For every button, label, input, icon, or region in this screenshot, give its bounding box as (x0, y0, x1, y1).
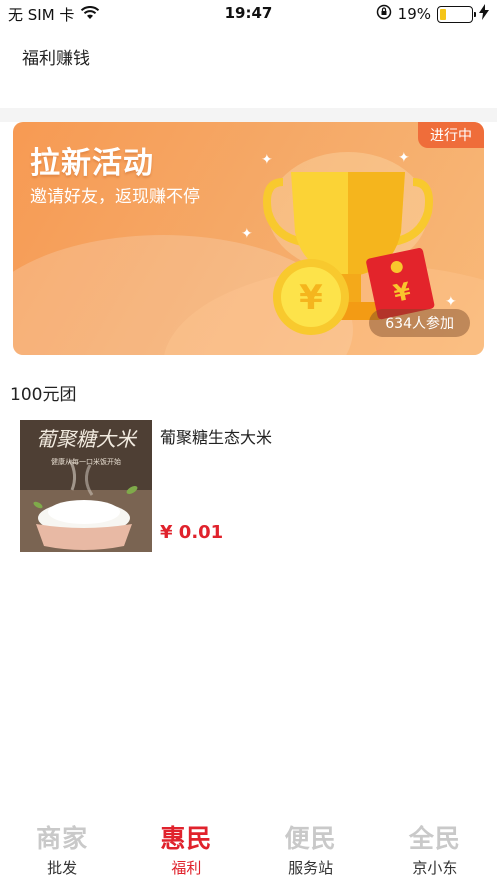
banner-subtitle: 邀请好友，返现赚不停 (30, 187, 200, 207)
charging-bolt-icon (479, 4, 489, 24)
sparkle-icon: ✦ (241, 226, 253, 242)
tab-icon: 便民 (284, 824, 337, 853)
section-title: 100元团 (10, 385, 77, 405)
battery-fill (440, 8, 446, 20)
status-bar: 无 SIM 卡 19:47 19% (0, 0, 497, 30)
tab-label: 福利 (171, 859, 202, 877)
tab-label: 京小东 (412, 859, 458, 877)
tab-jingxiaodong[interactable]: 全民 京小东 (373, 815, 497, 883)
product-price: ¥ 0.01 (160, 522, 224, 543)
header-divider (0, 108, 497, 122)
tab-icon: 全民 (408, 824, 461, 853)
sparkle-icon: ✦ (445, 294, 457, 310)
product-name[interactable]: 葡聚糖生态大米 (160, 424, 272, 448)
product-image-title: 葡聚糖大米 (36, 427, 138, 451)
participants-count: 634人参加 (369, 309, 470, 337)
sparkle-icon: ✦ (261, 152, 273, 168)
tab-label: 服务站 (288, 859, 334, 877)
tab-wholesale[interactable]: 商家 批发 (0, 815, 124, 883)
tab-welfare[interactable]: 惠民 福利 (124, 815, 248, 883)
tab-icon: 商家 (36, 824, 89, 853)
product-image[interactable]: 葡聚糖大米 健康从每一口米饭开始 (20, 420, 152, 552)
status-badge: 进行中 (418, 122, 484, 148)
battery-percent: 19% (397, 5, 431, 23)
sparkle-icon: ✦ (398, 150, 410, 166)
tab-icon: 惠民 (160, 824, 213, 853)
tab-label: 批发 (47, 859, 78, 877)
coin-symbol: ¥ (299, 278, 323, 318)
page-header: 福利赚钱 (0, 30, 497, 108)
rice-bowl-illustration: 葡聚糖大米 健康从每一口米饭开始 (20, 420, 152, 552)
battery-icon (437, 5, 476, 23)
product-card[interactable]: 葡聚糖大米 健康从每一口米饭开始 葡聚糖生态大米 ¥ 0.01 (20, 420, 490, 554)
page-title: 福利赚钱 (22, 49, 90, 69)
product-image-subtitle: 健康从每一口米饭开始 (51, 457, 121, 466)
tab-service-station[interactable]: 便民 服务站 (249, 815, 373, 883)
campaign-banner[interactable]: ¥ ¥ ✦ ✦ ✦ ✦ 拉新活动 邀请好友，返现赚不停 进行中 634人参加 (13, 122, 484, 355)
bottom-tab-bar: 商家 批发 惠民 福利 便民 服务站 全民 京小东 (0, 815, 497, 883)
banner-title: 拉新活动 (30, 146, 154, 181)
status-right: 19% (376, 4, 489, 24)
orientation-lock-icon (376, 4, 392, 24)
